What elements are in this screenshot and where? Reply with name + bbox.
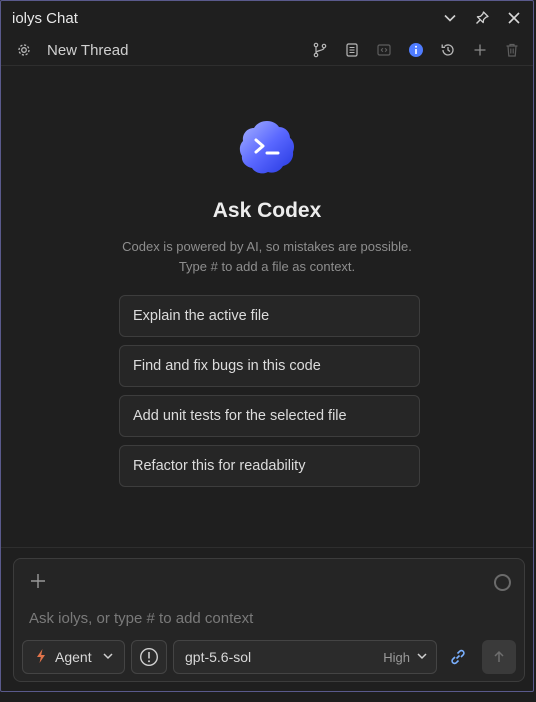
suggestion-refactor[interactable]: Refactor this for readability <box>119 445 420 487</box>
suggestion-explain-file[interactable]: Explain the active file <box>119 295 420 337</box>
suggestion-list: Explain the active file Find and fix bug… <box>119 295 420 495</box>
close-icon[interactable] <box>503 7 525 29</box>
effort-label: High <box>383 649 410 665</box>
branch-icon[interactable] <box>309 39 331 61</box>
page-title: Ask Codex <box>212 199 322 222</box>
input-area: Agent gpt-5.6-sol High <box>1 547 533 691</box>
suggestion-unit-tests[interactable]: Add unit tests for the selected file <box>119 395 420 437</box>
plus-icon[interactable] <box>469 39 491 61</box>
codex-logo-icon <box>237 117 297 177</box>
chevron-down-icon <box>102 649 114 665</box>
model-dropdown[interactable]: gpt-5.6-sol High <box>173 640 437 674</box>
gear-icon[interactable] <box>13 39 35 61</box>
thread-tools <box>309 39 523 61</box>
add-context-icon[interactable] <box>28 571 48 591</box>
send-button[interactable] <box>482 640 516 674</box>
title-bar: iolys Chat <box>1 1 533 35</box>
model-label: gpt-5.6-sol <box>185 649 252 665</box>
arrow-up-icon <box>494 650 504 662</box>
warning-button[interactable] <box>131 640 167 674</box>
context-status-icon <box>494 574 511 591</box>
composer: Agent gpt-5.6-sol High <box>13 558 525 682</box>
window-title: iolys Chat <box>12 9 78 27</box>
trash-icon[interactable] <box>501 39 523 61</box>
disclaimer-text: Codex is powered by AI, so mistakes are … <box>1 237 533 277</box>
pin-icon[interactable] <box>471 7 493 29</box>
chat-window: iolys Chat New Thread Ask Codex Codex is… <box>0 0 534 692</box>
diff-icon[interactable] <box>373 39 395 61</box>
chevron-down-icon <box>416 649 428 665</box>
disclaimer-line-1: Codex is powered by AI, so mistakes are … <box>122 239 412 254</box>
suggestion-fix-bugs[interactable]: Find and fix bugs in this code <box>119 345 420 387</box>
thread-toolbar: New Thread <box>1 35 533 66</box>
history-icon[interactable] <box>437 39 459 61</box>
link-icon[interactable] <box>447 646 469 668</box>
lightning-icon <box>35 648 47 667</box>
empty-state: Ask Codex Codex is powered by AI, so mis… <box>1 117 533 277</box>
thread-title: New Thread <box>47 41 129 59</box>
title-actions <box>439 7 525 29</box>
prompt-input[interactable] <box>29 607 489 629</box>
mode-dropdown[interactable]: Agent <box>22 640 125 674</box>
document-icon[interactable] <box>341 39 363 61</box>
chevron-down-icon[interactable] <box>439 7 461 29</box>
composer-controls: Agent gpt-5.6-sol High <box>22 639 516 675</box>
disclaimer-line-2: Type # to add a file as context. <box>178 259 356 274</box>
mode-label: Agent <box>55 649 92 665</box>
exclamation-icon <box>139 647 159 667</box>
info-icon[interactable] <box>405 39 427 61</box>
